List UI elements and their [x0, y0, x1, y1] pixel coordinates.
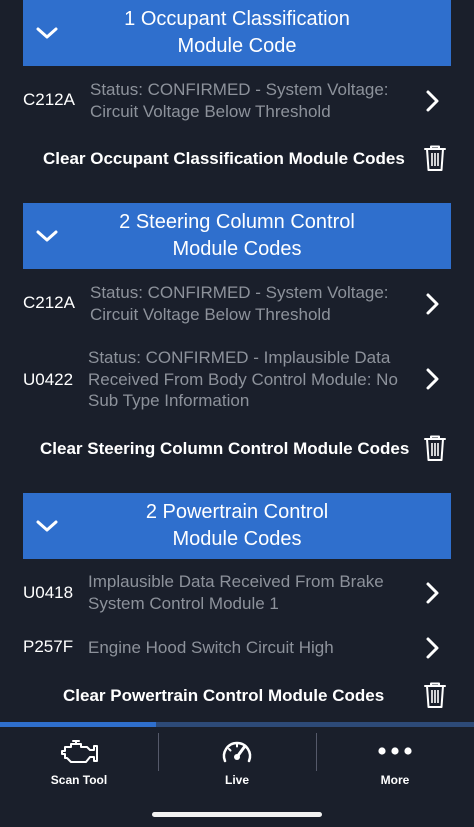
clear-occupant-codes-row[interactable]: Clear Occupant Classification Module Cod…	[0, 142, 474, 174]
tab-label: More	[380, 773, 410, 787]
desc-line: Status: CONFIRMED - System Voltage:	[90, 80, 389, 99]
chevron-right-icon[interactable]	[422, 367, 442, 391]
code-id: C212A	[23, 90, 75, 109]
engine-icon	[61, 740, 98, 763]
code-description: Status: CONFIRMED - System Voltage: Circ…	[90, 282, 420, 325]
clear-codes-button[interactable]: Clear Powertrain Control Module Codes	[63, 686, 384, 706]
chevron-down-icon	[36, 230, 58, 242]
desc-line: Sub Type Information	[88, 391, 250, 410]
clear-codes-button[interactable]: Clear Steering Column Control Module Cod…	[40, 439, 409, 459]
desc-line: Circuit Voltage Below Threshold	[90, 101, 331, 121]
trash-icon[interactable]	[423, 434, 447, 462]
section-title: 1 Occupant Classification Module Code	[23, 6, 451, 60]
code-row[interactable]: U0418 Implausible Data Received From Bra…	[0, 568, 474, 618]
tab-more[interactable]: More	[316, 727, 474, 807]
code-id: P257F	[23, 637, 74, 656]
codes-list: 1 Occupant Classification Module Code C2…	[0, 0, 474, 722]
tab-scan-tool[interactable]: Scan Tool	[0, 727, 158, 807]
chevron-down-icon	[36, 27, 58, 39]
desc-line: Status: CONFIRMED - Implausible Data	[88, 348, 391, 367]
section-title-line1: 2 Steering Column Control	[119, 211, 355, 233]
code-row[interactable]: C212A Status: CONFIRMED - System Voltage…	[0, 76, 474, 126]
chevron-right-icon[interactable]	[422, 636, 442, 660]
home-indicator[interactable]	[152, 812, 322, 817]
code-id: C212A	[23, 293, 75, 312]
section-header-steering-column[interactable]: 2 Steering Column Control Module Codes	[23, 203, 451, 269]
section-title: 2 Powertrain Control Module Codes	[23, 499, 451, 553]
gauge-icon	[222, 741, 252, 763]
desc-line: Engine Hood Switch Circuit High	[88, 638, 334, 657]
trash-icon[interactable]	[423, 144, 447, 172]
trash-icon[interactable]	[423, 681, 447, 709]
code-description: Implausible Data Received From Brake Sys…	[88, 571, 428, 614]
section-title-line2: Module Code	[177, 35, 297, 57]
tab-label: Live	[224, 773, 249, 787]
code-id: U0422	[23, 370, 74, 389]
desc-line: Circuit Voltage Below Threshold	[90, 304, 331, 324]
section-header-powertrain[interactable]: 2 Powertrain Control Module Codes	[23, 493, 451, 559]
section-title-line1: 2 Powertrain Control	[145, 501, 329, 523]
clear-codes-button[interactable]: Clear Occupant Classification Module Cod…	[43, 149, 405, 169]
section-title: 2 Steering Column Control Module Codes	[23, 209, 451, 263]
desc-line: Status: CONFIRMED - System Voltage:	[90, 283, 389, 302]
chevron-right-icon[interactable]	[422, 89, 442, 113]
chevron-right-icon[interactable]	[422, 581, 442, 605]
section-title-line2: Module Codes	[172, 528, 302, 550]
clear-steering-codes-row[interactable]: Clear Steering Column Control Module Cod…	[0, 432, 474, 464]
tab-label: Scan Tool	[50, 773, 108, 787]
section-title-line1: 1 Occupant Classification	[124, 8, 350, 30]
code-row[interactable]: P257F Engine Hood Switch Circuit High	[0, 633, 474, 663]
code-description: Status: CONFIRMED - Implausible Data Rec…	[88, 347, 428, 412]
code-row[interactable]: C212A Status: CONFIRMED - System Voltage…	[0, 279, 474, 329]
code-description: Engine Hood Switch Circuit High	[88, 637, 428, 659]
more-dots-icon	[378, 747, 412, 755]
chevron-right-icon[interactable]	[422, 292, 442, 316]
code-id: U0418	[23, 583, 74, 602]
desc-line: System Control Module 1	[88, 593, 279, 613]
code-row[interactable]: U0422 Status: CONFIRMED - Implausible Da…	[0, 345, 474, 415]
section-header-occupant-classification[interactable]: 1 Occupant Classification Module Code	[23, 0, 451, 66]
chevron-down-icon	[36, 520, 58, 532]
desc-line: Implausible Data Received From Brake	[88, 572, 384, 591]
desc-line: Received From Body Control Module: No	[88, 369, 398, 389]
clear-powertrain-codes-row[interactable]: Clear Powertrain Control Module Codes	[0, 680, 474, 712]
tab-live[interactable]: Live	[158, 727, 316, 807]
section-title-line2: Module Codes	[172, 238, 302, 260]
code-description: Status: CONFIRMED - System Voltage: Circ…	[90, 79, 420, 122]
